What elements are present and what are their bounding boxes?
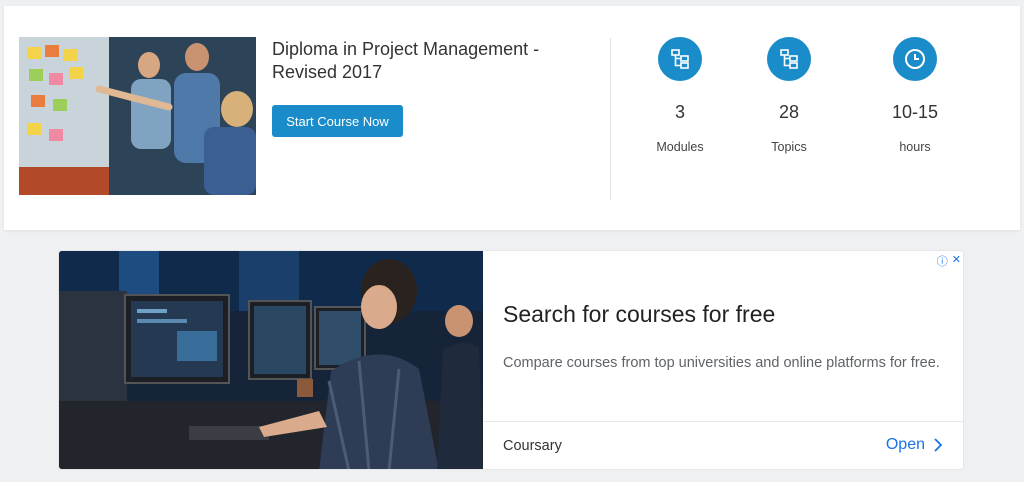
topics-icon bbox=[767, 37, 811, 81]
divider bbox=[610, 38, 611, 200]
ad-info-icon[interactable]: ⓘ bbox=[937, 253, 948, 269]
course-title: Diploma in Project Management - Revised … bbox=[272, 39, 540, 82]
modules-count: 3 bbox=[674, 102, 685, 122]
topics-label: Topics bbox=[771, 140, 807, 154]
ad-advertiser: Coursary bbox=[503, 438, 562, 454]
ad-open-label: Open bbox=[885, 436, 925, 453]
hours-label: hours bbox=[899, 140, 931, 154]
chevron-right-icon bbox=[934, 438, 943, 452]
clock-icon bbox=[893, 37, 937, 81]
hours-value: 10-15 bbox=[891, 102, 939, 122]
ad-footer: Coursary Open bbox=[483, 421, 963, 469]
ad-description: Compare courses from top universities an… bbox=[503, 355, 940, 371]
modules-icon bbox=[658, 37, 702, 81]
ad-open-button[interactable]: Open bbox=[886, 436, 943, 454]
course-card: Diploma in Project Management - Revised … bbox=[4, 6, 1020, 230]
stat-hours: 10-15 hours bbox=[865, 37, 965, 154]
stat-topics: 28 Topics bbox=[739, 37, 839, 154]
start-course-button[interactable]: Start Course Now bbox=[272, 105, 403, 137]
ad-close-icon[interactable]: ✕ bbox=[952, 253, 961, 269]
stat-modules: 3 Modules bbox=[630, 37, 730, 154]
ad-choices[interactable]: ⓘ ✕ bbox=[937, 253, 961, 269]
course-thumbnail[interactable] bbox=[19, 37, 256, 195]
modules-label: Modules bbox=[656, 140, 704, 154]
ad-banner[interactable]: ⓘ ✕ Search for courses for free Compare … bbox=[58, 250, 964, 470]
ad-headline[interactable]: Search for courses for free bbox=[503, 301, 775, 328]
topics-count: 28 bbox=[778, 102, 800, 122]
ad-image[interactable] bbox=[59, 251, 483, 469]
